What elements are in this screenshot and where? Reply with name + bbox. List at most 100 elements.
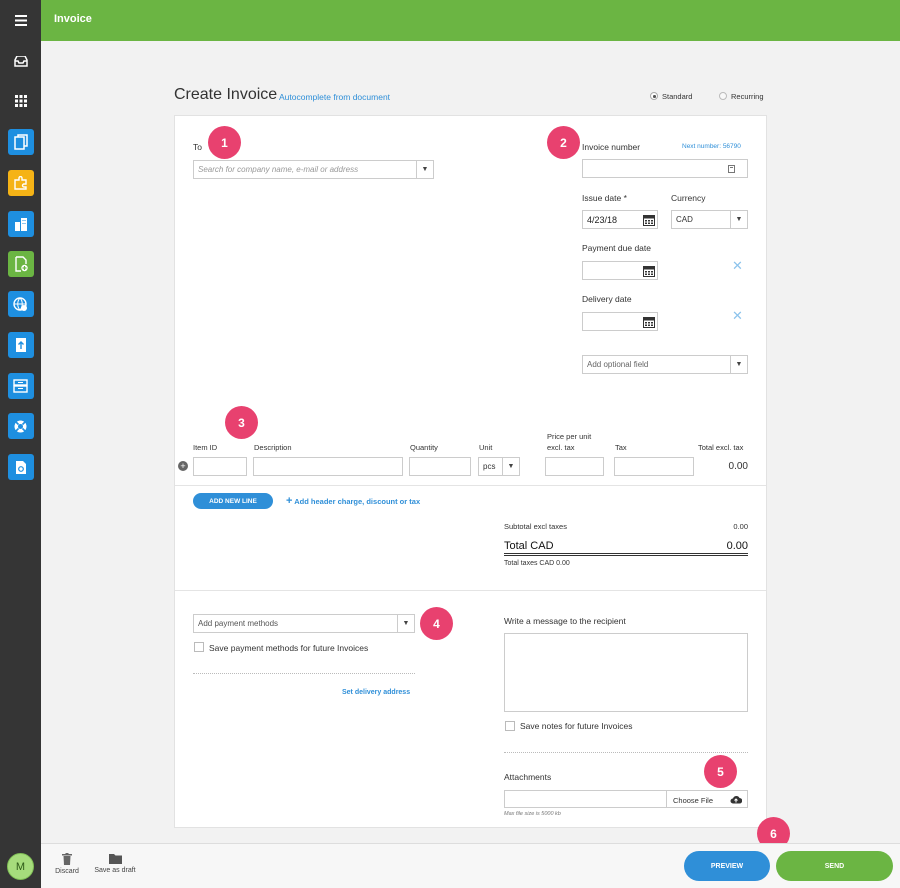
currency-dropdown-button[interactable]: ▼	[730, 211, 747, 228]
recurring-label: Recurring	[731, 92, 764, 101]
unit-dropdown-button[interactable]: ▼	[502, 458, 519, 475]
standard-label: Standard	[662, 92, 693, 101]
avatar[interactable]: M	[7, 853, 34, 880]
standard-radio[interactable]	[650, 92, 658, 100]
apps-grid-icon	[14, 95, 27, 107]
tax-input[interactable]	[614, 457, 694, 476]
invoice-number-input[interactable]	[582, 159, 748, 178]
message-textarea[interactable]	[504, 633, 748, 712]
max-file-size-note: Max file size is 5000 kb	[504, 811, 561, 817]
save-notes-label: Save notes for future Invoices	[520, 721, 633, 731]
recurring-radio[interactable]	[719, 92, 727, 100]
dotted-divider	[193, 673, 415, 674]
sidebar-item-upload[interactable]	[0, 325, 41, 365]
chevron-down-icon: ▼	[735, 216, 743, 223]
save-notes-checkbox[interactable]	[505, 721, 515, 731]
price-input[interactable]	[545, 457, 604, 476]
total-underline	[504, 553, 748, 554]
chevron-down-icon: ▼	[507, 463, 515, 470]
recipient-dropdown-button[interactable]: ▼	[416, 161, 433, 178]
save-draft-button[interactable]: Save as draft	[91, 853, 139, 874]
calendar-icon	[643, 265, 655, 277]
col-description: Description	[254, 443, 292, 452]
total-label: Total CAD	[504, 540, 554, 552]
unit-select[interactable]: pcs ▼	[478, 457, 520, 476]
plus-icon: +	[286, 495, 293, 507]
invoice-number-label: Invoice number	[582, 142, 641, 152]
sidebar: M	[0, 0, 41, 888]
total-underline-double	[504, 555, 748, 556]
item-id-input[interactable]	[193, 457, 247, 476]
choose-file-label: Choose File	[673, 796, 714, 805]
top-bar: Invoice	[41, 0, 900, 41]
calculator-icon	[728, 165, 735, 173]
sidebar-item-company[interactable]	[0, 204, 41, 244]
optional-field-select[interactable]: Add optional field ▼	[582, 355, 748, 374]
step-badge-5: 5	[704, 755, 737, 788]
col-item-id: Item ID	[193, 443, 218, 452]
payment-due-label: Payment due date	[582, 243, 651, 253]
upload-icon	[7, 332, 34, 358]
issue-date-calendar-button[interactable]	[641, 211, 657, 228]
sidebar-item-settings[interactable]	[0, 284, 41, 324]
sidebar-item-scan[interactable]	[0, 447, 41, 487]
sidebar-item-new-document[interactable]	[0, 244, 41, 284]
total-value: 0.00	[726, 540, 748, 552]
chevron-down-icon: ▼	[735, 361, 743, 368]
attachment-filename-field[interactable]	[504, 790, 667, 808]
add-new-line-button[interactable]: ADD NEW LINE	[193, 493, 273, 509]
currency-value: CAD	[676, 215, 693, 224]
col-total: Total excl. tax	[698, 443, 744, 452]
clear-payment-due-icon[interactable]: ✕	[732, 258, 743, 274]
discard-button[interactable]: Discard	[53, 853, 81, 875]
sidebar-item-documents[interactable]	[0, 122, 41, 162]
send-button[interactable]: SEND	[776, 851, 893, 881]
sidebar-item-archive[interactable]	[0, 366, 41, 406]
lifebuoy-icon	[7, 413, 34, 439]
delivery-date-calendar-button[interactable]	[641, 313, 657, 330]
next-number-link[interactable]: Next number: 56790	[682, 143, 741, 150]
menu-button[interactable]	[0, 0, 41, 40]
globe-settings-icon	[7, 291, 34, 317]
add-header-charge-link[interactable]: + Add header charge, discount or tax	[286, 495, 420, 507]
payment-due-calendar-button[interactable]	[641, 262, 657, 279]
subtotal-label: Subtotal excl taxes	[504, 522, 567, 531]
dotted-divider	[504, 752, 748, 753]
choose-file-button[interactable]: Choose File	[666, 790, 748, 808]
autocomplete-link[interactable]: Autocomplete from document	[279, 92, 390, 102]
discard-label: Discard	[55, 868, 79, 875]
add-row-icon[interactable]: +	[178, 461, 188, 471]
building-icon	[7, 211, 34, 237]
quantity-input[interactable]	[409, 457, 471, 476]
col-tax: Tax	[615, 443, 627, 452]
set-delivery-address-link[interactable]: Set delivery address	[342, 689, 410, 696]
menu-icon	[14, 14, 27, 26]
cloud-upload-icon	[730, 796, 742, 804]
sidebar-item-integrations[interactable]	[0, 163, 41, 203]
sidebar-item-help[interactable]	[0, 406, 41, 446]
page-title: Create Invoice	[174, 86, 278, 103]
preview-button[interactable]: PREVIEW	[684, 851, 770, 881]
save-payment-label: Save payment methods for future Invoices	[209, 643, 369, 653]
add-document-icon	[7, 251, 34, 277]
trash-icon	[62, 853, 72, 865]
issue-date-label: Issue date *	[582, 193, 627, 203]
payment-methods-dropdown-button[interactable]: ▼	[397, 615, 414, 632]
chevron-down-icon: ▼	[402, 620, 410, 627]
currency-select[interactable]: CAD ▼	[671, 210, 748, 229]
save-payment-checkbox[interactable]	[194, 642, 204, 652]
clear-delivery-date-icon[interactable]: ✕	[732, 308, 743, 324]
optional-field-dropdown-button[interactable]: ▼	[730, 356, 747, 373]
description-input[interactable]	[253, 457, 403, 476]
payment-methods-select[interactable]: Add payment methods ▼	[193, 614, 415, 633]
delivery-date-label: Delivery date	[582, 294, 632, 304]
camera-doc-icon	[7, 454, 34, 480]
step-badge-4: 4	[420, 607, 453, 640]
app-title: Invoice	[54, 13, 92, 25]
optional-field-placeholder: Add optional field	[587, 360, 649, 369]
sidebar-item-inbox[interactable]	[0, 41, 41, 81]
sidebar-item-apps[interactable]	[0, 81, 41, 121]
save-draft-label: Save as draft	[94, 867, 136, 874]
recipient-search-input[interactable]: Search for company name, e-mail or addre…	[193, 160, 434, 179]
step-badge-3: 3	[225, 406, 258, 439]
